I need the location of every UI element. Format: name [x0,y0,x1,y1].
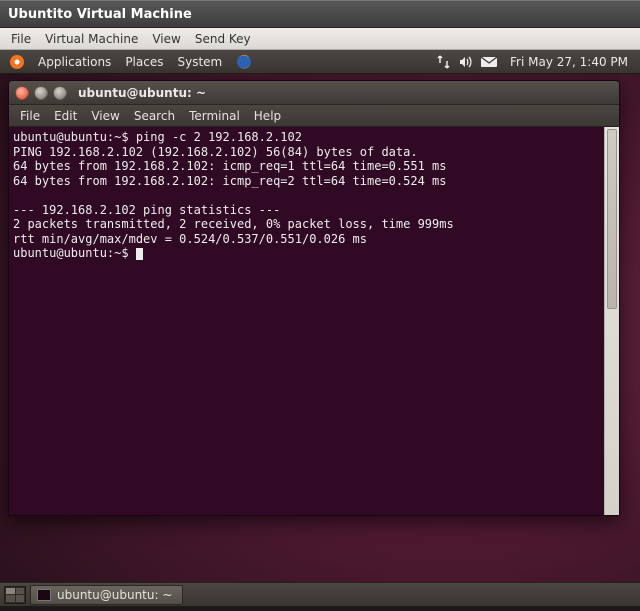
vm-window: Ubuntito Virtual Machine File Virtual Ma… [0,0,640,611]
close-icon[interactable] [15,86,29,100]
guest-desktop: Applications Places System Fri May 27, [0,50,640,606]
menu-places[interactable]: Places [119,53,169,71]
term-menu-help[interactable]: Help [247,107,288,125]
vm-titlebar[interactable]: Ubuntito Virtual Machine [0,0,640,28]
vm-menu-virtualmachine[interactable]: Virtual Machine [38,30,145,48]
clock[interactable]: Fri May 27, 1:40 PM [504,53,630,71]
terminal-window: ubuntu@ubuntu: ~ File Edit View Search T… [8,80,620,516]
vm-menu-file[interactable]: File [4,30,38,48]
taskbar-item-label: ubuntu@ubuntu: ~ [57,588,172,602]
taskbar-item-terminal[interactable]: ubuntu@ubuntu: ~ [30,585,183,605]
terminal-title: ubuntu@ubuntu: ~ [78,86,206,100]
gnome-bottom-panel: ubuntu@ubuntu: ~ [0,582,640,606]
terminal-menubar: File Edit View Search Terminal Help [9,105,619,127]
vm-menu-view[interactable]: View [145,30,187,48]
menu-applications[interactable]: Applications [32,53,117,71]
maximize-icon[interactable] [53,86,67,100]
menu-system[interactable]: System [171,53,228,71]
gnome-top-panel: Applications Places System Fri May 27, [0,50,640,74]
term-menu-terminal[interactable]: Terminal [182,107,247,125]
terminal-titlebar[interactable]: ubuntu@ubuntu: ~ [9,81,619,105]
term-menu-view[interactable]: View [84,107,126,125]
terminal-output[interactable]: ubuntu@ubuntu:~$ ping -c 2 192.168.2.102… [9,127,604,515]
term-menu-file[interactable]: File [13,107,47,125]
workspace-switcher[interactable] [4,586,26,604]
terminal-scrollbar[interactable] [604,127,619,515]
minimize-icon[interactable] [34,86,48,100]
vm-menubar: File Virtual Machine View Send Key [0,28,640,50]
vm-menu-sendkey[interactable]: Send Key [188,30,258,48]
term-menu-edit[interactable]: Edit [47,107,84,125]
term-menu-search[interactable]: Search [127,107,182,125]
scrollbar-thumb[interactable] [607,129,617,309]
sound-icon[interactable] [458,55,474,69]
firefox-launcher-icon[interactable] [230,52,258,72]
ubuntu-logo-icon[interactable] [4,53,30,71]
vm-statusbar [0,606,640,611]
terminal-icon [37,589,51,601]
cursor [136,248,143,260]
vm-title: Ubuntito Virtual Machine [8,7,192,22]
network-icon[interactable] [436,55,452,69]
mail-icon[interactable] [480,56,498,68]
